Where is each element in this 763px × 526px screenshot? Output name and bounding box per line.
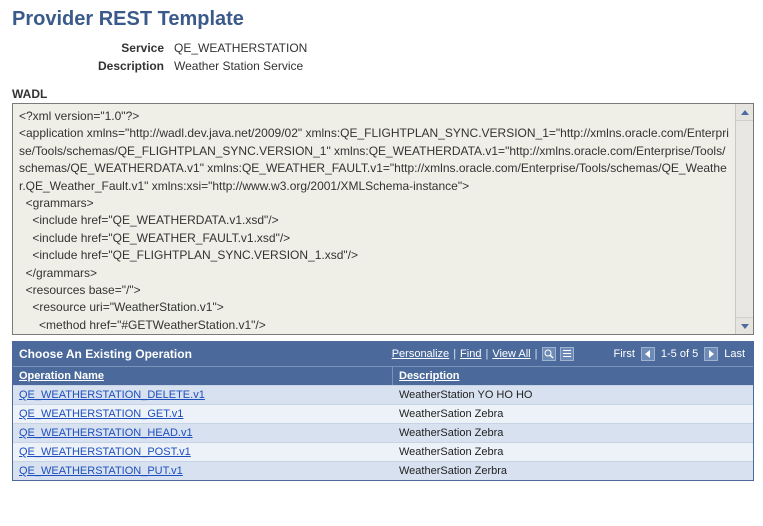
description-field: Description Weather Station Service	[4, 59, 759, 73]
divider: |	[485, 348, 488, 360]
grid-title: Choose An Existing Operation	[19, 347, 192, 361]
grid-header-bar: Choose An Existing Operation Personalize…	[13, 342, 753, 366]
description-cell: WeatherSation Zebra	[393, 404, 753, 423]
grid-rows: QE_WEATHERSTATION_DELETE.v1 WeatherStatio…	[13, 385, 753, 480]
wadl-content[interactable]: <?xml version="1.0"?> <application xmlns…	[13, 104, 735, 334]
wadl-scrollbar[interactable]	[735, 104, 753, 334]
col-header-description[interactable]: Description	[393, 367, 753, 385]
operation-cell: QE_WEATHERSTATION_HEAD.v1	[13, 423, 393, 442]
scroll-up-button[interactable]	[736, 104, 753, 121]
description-cell: WeatherSation Zerbra	[393, 461, 753, 480]
view-all-link[interactable]: View All	[492, 348, 530, 360]
table-row: QE_WEATHERSTATION_DELETE.v1 WeatherStatio…	[13, 385, 753, 404]
find-link[interactable]: Find	[460, 348, 481, 360]
download-icon[interactable]	[560, 347, 574, 361]
table-row: QE_WEATHERSTATION_POST.v1 WeatherSation Z…	[13, 442, 753, 461]
col-header-operation[interactable]: Operation Name	[13, 367, 393, 385]
service-label: Service	[4, 41, 174, 55]
zoom-icon[interactable]	[542, 347, 556, 361]
wadl-textarea[interactable]: <?xml version="1.0"?> <application xmlns…	[12, 103, 754, 335]
table-row: QE_WEATHERSTATION_PUT.v1 WeatherSation Ze…	[13, 461, 753, 480]
operation-cell: QE_WEATHERSTATION_GET.v1	[13, 404, 393, 423]
personalize-link[interactable]: Personalize	[392, 348, 449, 360]
operation-link[interactable]: QE_WEATHERSTATION_HEAD.v1	[19, 427, 193, 439]
operation-cell: QE_WEATHERSTATION_POST.v1	[13, 442, 393, 461]
prev-page-button[interactable]	[641, 347, 655, 361]
operation-cell: QE_WEATHERSTATION_PUT.v1	[13, 461, 393, 480]
description-label: Description	[4, 59, 174, 73]
service-value: QE_WEATHERSTATION	[174, 41, 307, 55]
row-count: 1-5 of 5	[661, 348, 698, 360]
wadl-label: WADL	[12, 87, 759, 101]
column-header-row: Operation Name Description	[13, 366, 753, 385]
operations-grid: Choose An Existing Operation Personalize…	[12, 341, 754, 481]
page-title: Provider REST Template	[12, 8, 759, 31]
first-link[interactable]: First	[614, 348, 635, 360]
operation-link[interactable]: QE_WEATHERSTATION_GET.v1	[19, 408, 183, 420]
chevron-right-icon	[709, 350, 714, 358]
next-page-button[interactable]	[704, 347, 718, 361]
chevron-up-icon	[741, 110, 749, 115]
last-link[interactable]: Last	[724, 348, 745, 360]
grid-tools: Personalize | Find | View All | First 1-…	[392, 347, 747, 361]
divider: |	[535, 348, 538, 360]
description-cell: WeatherSation Zebra	[393, 442, 753, 461]
divider: |	[453, 348, 456, 360]
chevron-left-icon	[645, 350, 650, 358]
description-cell: WeatherStation YO HO HO	[393, 385, 753, 404]
description-cell: WeatherSation Zebra	[393, 423, 753, 442]
operation-link[interactable]: QE_WEATHERSTATION_PUT.v1	[19, 465, 183, 477]
chevron-down-icon	[741, 324, 749, 329]
service-field: Service QE_WEATHERSTATION	[4, 41, 759, 55]
description-value: Weather Station Service	[174, 59, 303, 73]
operation-cell: QE_WEATHERSTATION_DELETE.v1	[13, 385, 393, 404]
scroll-down-button[interactable]	[736, 317, 753, 334]
operation-link[interactable]: QE_WEATHERSTATION_POST.v1	[19, 446, 191, 458]
table-row: QE_WEATHERSTATION_HEAD.v1 WeatherSation Z…	[13, 423, 753, 442]
table-row: QE_WEATHERSTATION_GET.v1 WeatherSation Ze…	[13, 404, 753, 423]
operation-link[interactable]: QE_WEATHERSTATION_DELETE.v1	[19, 389, 205, 401]
